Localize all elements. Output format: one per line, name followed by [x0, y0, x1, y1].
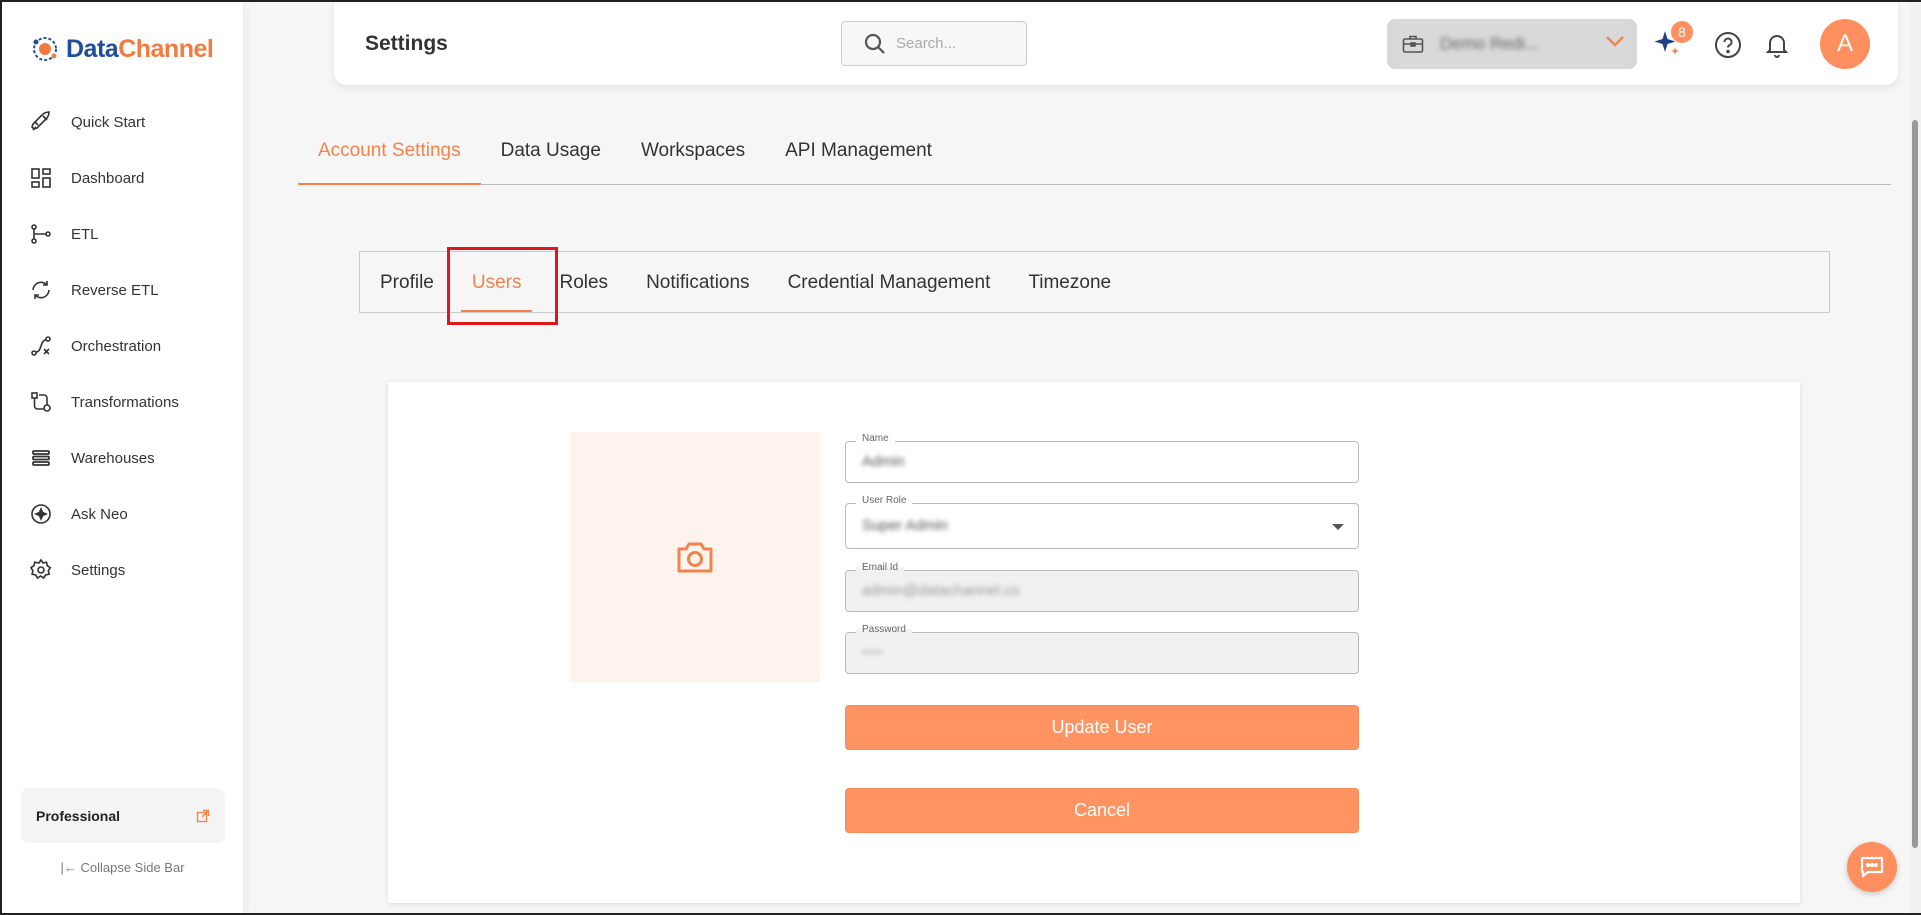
chevron-down-icon — [1606, 36, 1624, 47]
gear-icon — [29, 558, 52, 580]
user-role-label: User Role — [856, 495, 913, 506]
password-field: Password •••• — [845, 624, 1359, 674]
workspace-name: Demo Redi... — [1440, 34, 1540, 53]
sidebar-item-transformations[interactable]: Transformations — [2, 374, 243, 430]
sidebar-item-etl[interactable]: ETL — [2, 206, 243, 262]
workspace-selector[interactable]: Demo Redi... — [1387, 19, 1637, 69]
profile-photo-upload[interactable] — [570, 432, 820, 682]
email-field-label: Email Id — [856, 562, 905, 573]
search-icon — [864, 33, 885, 54]
sidebar-item-label: Orchestration — [71, 337, 162, 355]
name-field-value: Admin — [862, 453, 905, 470]
subtab-credential-management[interactable]: Credential Management — [769, 252, 1010, 312]
subtab-users[interactable]: Users — [453, 252, 541, 312]
chat-bubble-icon — [1860, 856, 1884, 878]
dashboard-grid-icon — [31, 168, 51, 188]
sidebar-item-label: ETL — [71, 225, 99, 243]
help-circle-icon[interactable] — [1714, 31, 1742, 59]
settings-main-tabs: Account Settings Data Usage Workspaces A… — [298, 130, 1891, 185]
tab-account-settings[interactable]: Account Settings — [298, 130, 481, 185]
tab-data-usage[interactable]: Data Usage — [481, 130, 621, 185]
password-field-label: Password — [856, 624, 912, 635]
page-scrollbar[interactable] — [1909, 2, 1921, 913]
warehouse-stack-icon — [32, 450, 50, 466]
sparkle-circle-icon — [31, 504, 51, 524]
tab-api-management[interactable]: API Management — [765, 130, 952, 185]
dropdown-caret-icon — [1332, 524, 1344, 530]
name-field[interactable]: Name Admin — [845, 433, 1359, 483]
sidebar-item-label: Dashboard — [71, 169, 145, 187]
plan-card[interactable]: Professional — [21, 788, 225, 843]
sidebar: DataChannel Quick Start Dashboard ETL Re… — [2, 2, 243, 913]
briefcase-icon — [1402, 35, 1424, 53]
password-field-value: •••• — [862, 644, 884, 661]
name-field-label: Name — [856, 433, 895, 444]
etl-flow-icon — [31, 224, 51, 244]
bell-icon[interactable] — [1764, 31, 1790, 59]
sidebar-item-warehouses[interactable]: Warehouses — [2, 430, 243, 486]
sidebar-item-label: Settings — [71, 561, 126, 579]
sidebar-item-label: Quick Start — [71, 113, 146, 131]
transformations-icon — [31, 392, 51, 412]
collapse-sidebar-button[interactable]: |← Collapse Side Bar — [2, 860, 243, 875]
external-link-icon[interactable] — [196, 809, 210, 823]
update-user-button[interactable]: Update User — [845, 705, 1359, 750]
tab-workspaces[interactable]: Workspaces — [621, 130, 765, 185]
reverse-etl-icon — [32, 281, 50, 299]
subtab-roles[interactable]: Roles — [540, 252, 627, 312]
sidebar-nav: Quick Start Dashboard ETL Reverse ETL Or… — [2, 94, 243, 598]
user-role-select[interactable]: User Role Super Admin — [845, 495, 1359, 549]
rocket-icon — [31, 111, 50, 131]
sidebar-item-quick-start[interactable]: Quick Start — [2, 94, 243, 150]
datachannel-logo-icon — [33, 37, 57, 61]
sidebar-item-label: Ask Neo — [71, 505, 128, 523]
subtab-timezone[interactable]: Timezone — [1009, 252, 1130, 312]
subtab-notifications[interactable]: Notifications — [627, 252, 769, 312]
sidebar-item-orchestration[interactable]: Orchestration — [2, 318, 243, 374]
sidebar-item-label: Reverse ETL — [71, 281, 159, 299]
search-box[interactable] — [841, 21, 1027, 66]
collapse-arrow-icon: |← — [60, 860, 77, 875]
account-settings-subtabs: Profile Users Roles Notifications Creden… — [359, 251, 1830, 313]
camera-icon — [677, 542, 713, 573]
scrollbar-thumb[interactable] — [1912, 120, 1918, 848]
top-header: Settings Demo Redi... 8 A — [334, 2, 1898, 85]
collapse-sidebar-label: Collapse Side Bar — [80, 860, 185, 875]
page-title: Settings — [365, 32, 448, 55]
user-role-value: Super Admin — [862, 517, 948, 534]
cancel-button[interactable]: Cancel — [845, 788, 1359, 833]
user-avatar[interactable]: A — [1820, 19, 1870, 69]
sidebar-item-settings[interactable]: Settings — [2, 542, 243, 598]
subtab-profile[interactable]: Profile — [361, 252, 453, 312]
email-field: Email Id admin@datachannel.co — [845, 562, 1359, 612]
search-input[interactable] — [896, 35, 1016, 52]
sidebar-item-label: Warehouses — [71, 449, 155, 467]
user-edit-card: Name Admin User Role Super Admin Email I… — [388, 382, 1800, 903]
email-field-value: admin@datachannel.co — [862, 582, 1020, 599]
sidebar-item-label: Transformations — [71, 393, 179, 411]
orchestration-icon — [31, 336, 51, 356]
sidebar-item-ask-neo[interactable]: Ask Neo — [2, 486, 243, 542]
brand-name: DataChannel — [66, 34, 214, 63]
chat-support-button[interactable] — [1847, 842, 1897, 892]
plan-label: Professional — [36, 807, 121, 824]
sidebar-item-reverse-etl[interactable]: Reverse ETL — [2, 262, 243, 318]
sidebar-item-dashboard[interactable]: Dashboard — [2, 150, 243, 206]
brand-logo[interactable]: DataChannel — [30, 34, 214, 64]
notification-count-badge: 8 — [1671, 21, 1693, 43]
